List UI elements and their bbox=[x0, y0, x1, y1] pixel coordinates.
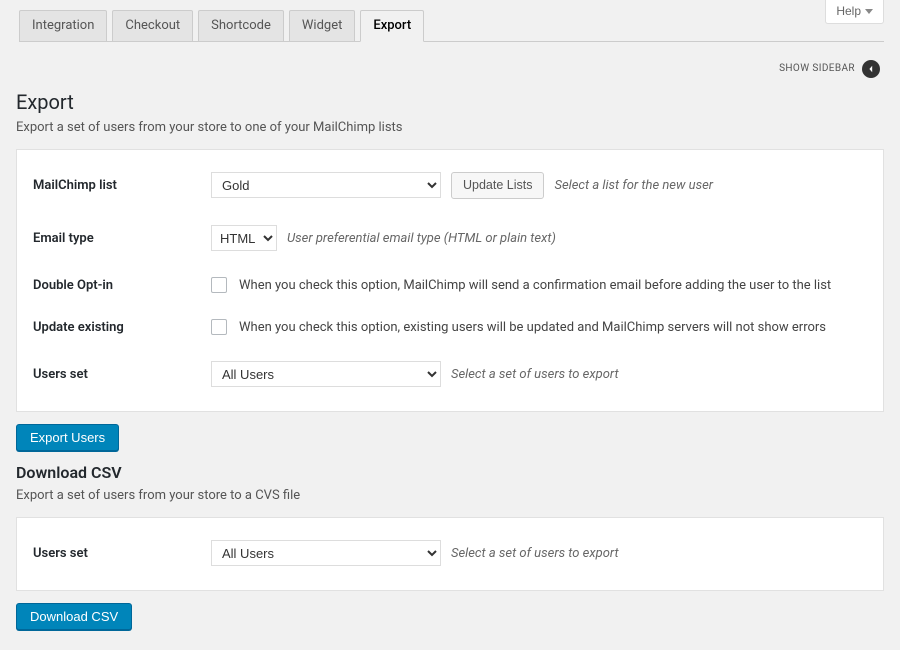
csv-title: Download CSV bbox=[16, 463, 884, 482]
export-users-set-hint: Select a set of users to export bbox=[451, 367, 619, 382]
show-sidebar-button[interactable] bbox=[862, 60, 880, 78]
mailchimp-list-select[interactable]: Gold bbox=[211, 172, 441, 198]
email-type-select[interactable]: HTML bbox=[211, 225, 277, 251]
export-desc: Export a set of users from your store to… bbox=[16, 120, 884, 135]
email-type-label: Email type bbox=[33, 231, 211, 246]
export-panel: MailChimp list Gold Update Lists Select … bbox=[16, 149, 884, 413]
email-type-hint: User preferential email type (HTML or pl… bbox=[287, 231, 556, 246]
export-users-set-label: Users set bbox=[33, 367, 211, 382]
update-lists-button[interactable]: Update Lists bbox=[451, 172, 544, 200]
arrow-left-icon bbox=[867, 65, 875, 73]
csv-users-set-select[interactable]: All Users bbox=[211, 540, 441, 566]
csv-panel: Users set All Users Select a set of user… bbox=[16, 517, 884, 591]
double-optin-checkbox[interactable] bbox=[211, 277, 227, 293]
csv-users-set-label: Users set bbox=[33, 546, 211, 561]
tab-export[interactable]: Export bbox=[360, 10, 424, 42]
help-dropdown[interactable]: Help bbox=[825, 0, 884, 24]
double-optin-desc: When you check this option, MailChimp wi… bbox=[239, 278, 831, 293]
csv-desc: Export a set of users from your store to… bbox=[16, 488, 884, 503]
double-optin-label: Double Opt-in bbox=[33, 278, 211, 293]
mailchimp-list-label: MailChimp list bbox=[33, 178, 211, 193]
export-users-set-select[interactable]: All Users bbox=[211, 361, 441, 387]
download-csv-button[interactable]: Download CSV bbox=[16, 603, 132, 630]
help-label: Help bbox=[836, 4, 861, 18]
csv-users-set-hint: Select a set of users to export bbox=[451, 546, 619, 561]
chevron-down-icon bbox=[865, 9, 873, 14]
update-existing-checkbox[interactable] bbox=[211, 319, 227, 335]
tab-checkout[interactable]: Checkout bbox=[112, 10, 193, 42]
tab-widget[interactable]: Widget bbox=[289, 10, 355, 42]
tab-integration[interactable]: Integration bbox=[19, 10, 107, 42]
settings-tabs: Integration Checkout Shortcode Widget Ex… bbox=[19, 10, 424, 42]
show-sidebar-label: SHOW SIDEBAR bbox=[779, 63, 855, 74]
update-existing-label: Update existing bbox=[33, 320, 211, 335]
export-users-button[interactable]: Export Users bbox=[16, 424, 119, 451]
export-title: Export bbox=[16, 90, 884, 114]
tab-shortcode[interactable]: Shortcode bbox=[198, 10, 284, 42]
update-existing-desc: When you check this option, existing use… bbox=[239, 320, 826, 335]
mailchimp-list-hint: Select a list for the new user bbox=[554, 178, 713, 193]
